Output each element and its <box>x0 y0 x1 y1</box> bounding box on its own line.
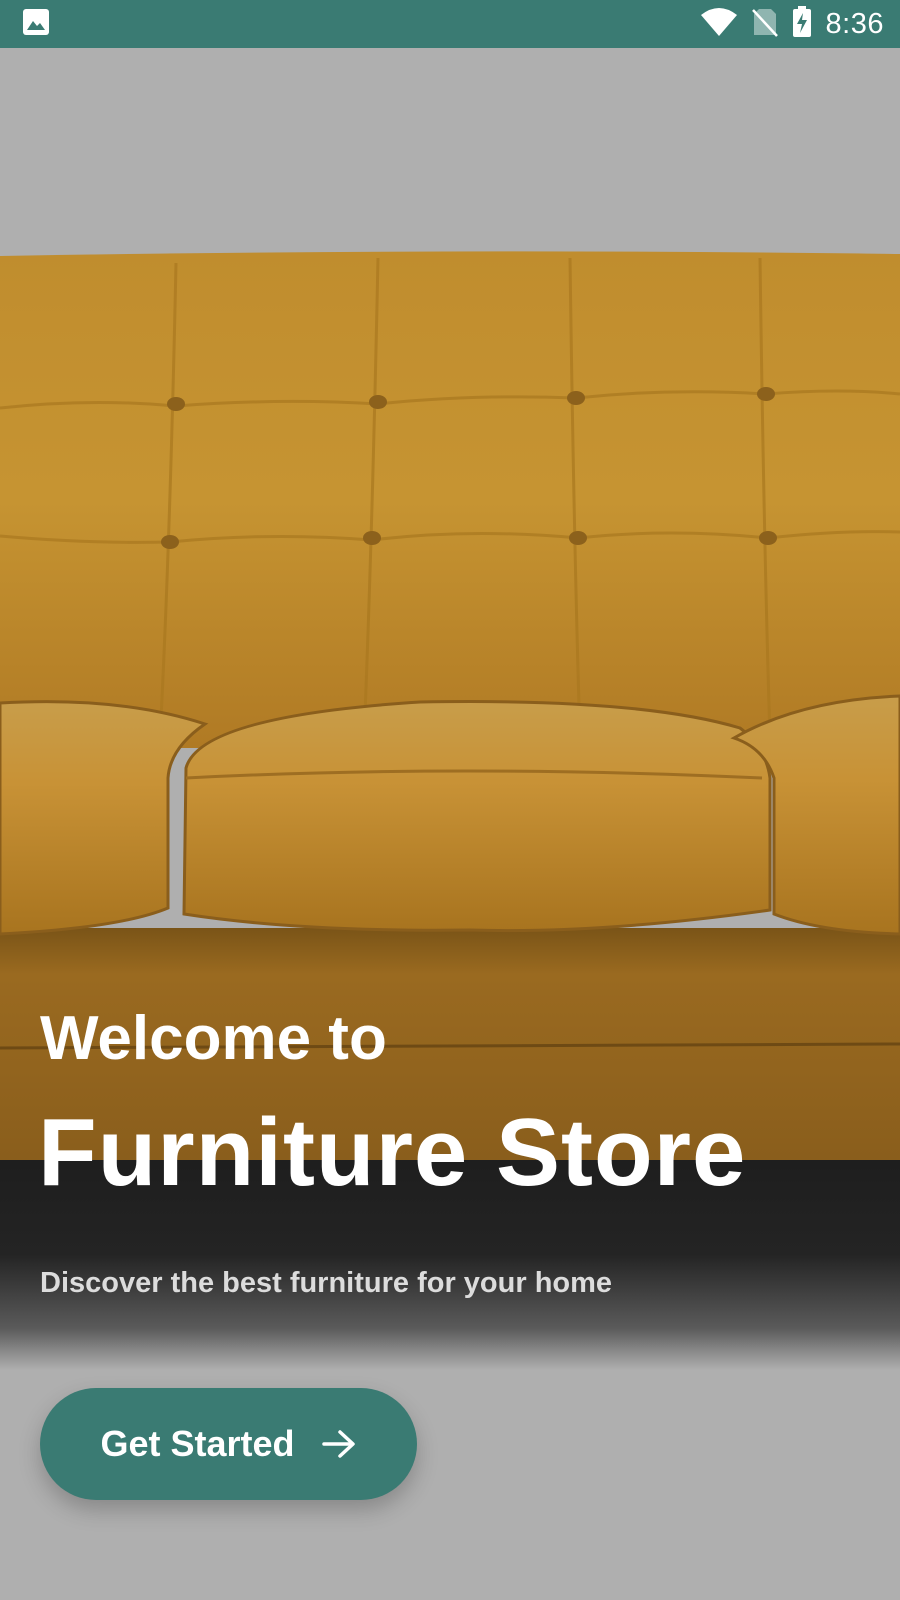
status-time: 8:36 <box>825 7 884 40</box>
arrow-right-icon <box>321 1426 357 1462</box>
battery-charging-icon <box>792 5 812 43</box>
get-started-label: Get Started <box>100 1423 295 1464</box>
no-sim-icon <box>751 7 778 42</box>
welcome-screen: Welcome to Furniture Store Discover the … <box>0 48 900 1600</box>
wifi-icon <box>700 7 738 42</box>
store-title: Furniture Store <box>38 1099 747 1206</box>
welcome-heading: Welcome to <box>40 1004 387 1073</box>
tagline: Discover the best furniture for your hom… <box>40 1267 613 1299</box>
get-started-button[interactable]: Get Started <box>40 1388 417 1500</box>
status-bar: 8:36 <box>0 0 900 48</box>
image-notification-icon <box>22 8 50 41</box>
